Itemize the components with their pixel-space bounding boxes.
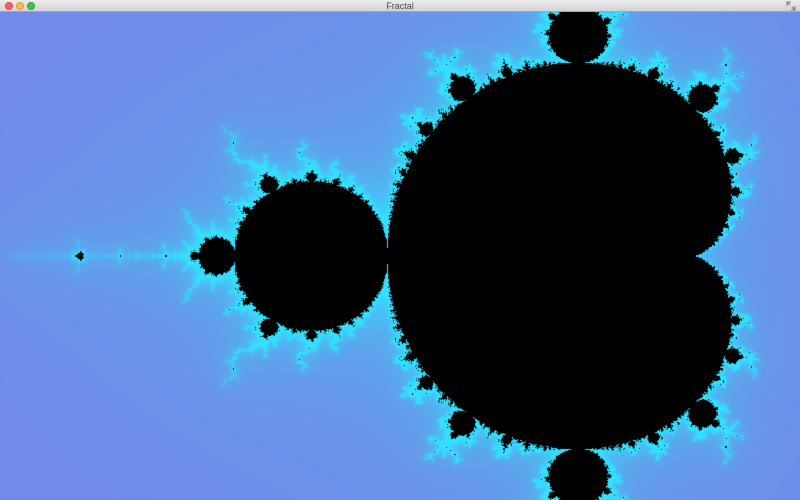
title-bar[interactable]: Fractal [0, 0, 800, 12]
mandelbrot-canvas[interactable] [0, 12, 800, 500]
fractal-view[interactable] [0, 12, 800, 500]
fullscreen-icon[interactable] [786, 1, 796, 11]
window-title: Fractal [386, 1, 414, 11]
app-window: Fractal [0, 0, 800, 500]
